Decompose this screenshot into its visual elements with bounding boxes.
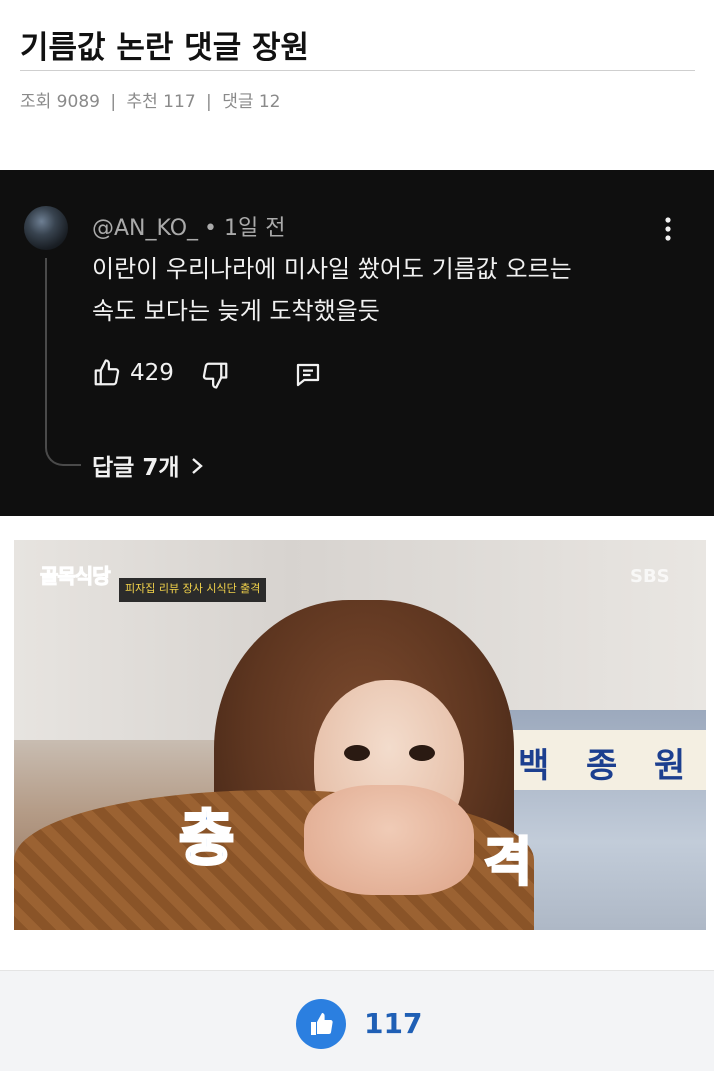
avatar[interactable]: [24, 206, 68, 250]
meta-separator: |: [206, 92, 212, 112]
sign-char: 백: [518, 746, 550, 786]
thumbs-down-icon[interactable]: [200, 360, 230, 390]
comment-time: • 1일 전: [204, 216, 286, 241]
like-count: 429: [130, 360, 174, 386]
comment-text-line: 속도 보다는 늦게 도착했을듯: [92, 297, 380, 325]
show-logo-text: 골목식당: [40, 564, 112, 589]
upvote-count: 117: [364, 1007, 423, 1040]
image-caption-tag: 피자집 리뷰 장사 시식단 출격: [119, 578, 267, 602]
replies-label: 답글 7개: [92, 455, 180, 481]
reaction-image: 백 종 원 골목식당 피자집 리뷰 장사 시식단 출격 SBS 충 격: [14, 540, 706, 930]
comment-screenshot: @AN_KO_ • 1일 전 이란이 우리나라에 미사일 쐈어도 기름값 오르는 …: [0, 170, 714, 516]
view-replies-link[interactable]: 답글 7개: [92, 448, 204, 482]
shock-caption-right: 격: [483, 832, 534, 895]
post-title: 기름값 논란 댓글 장원: [20, 30, 310, 66]
comment-icon[interactable]: [292, 360, 324, 390]
recommend-bar: 117: [0, 970, 714, 1071]
comment-text-line: 이란이 우리나라에 미사일 쐈어도 기름값 오르는: [92, 255, 572, 283]
image-eye: [409, 745, 435, 761]
more-vert-icon[interactable]: [656, 214, 680, 244]
meta-separator: |: [110, 92, 117, 112]
comment-count: 댓글 12: [222, 92, 281, 112]
thumbs-up-icon[interactable]: [92, 358, 122, 388]
post-meta: 조회 9089 | 추천 117 | 댓글 12: [20, 87, 281, 112]
thumbs-up-icon[interactable]: [296, 999, 346, 1049]
comment-author-line: @AN_KO_ • 1일 전: [92, 210, 286, 242]
image-name-sign: 백 종 원: [504, 730, 706, 790]
sign-char: 종: [586, 746, 618, 786]
view-count: 조회 9089: [20, 92, 100, 112]
image-hand: [304, 785, 474, 895]
shock-caption-left: 충: [177, 803, 235, 876]
comment-text: 이란이 우리나라에 미사일 쐈어도 기름값 오르는 속도 보다는 늦게 도착했을…: [92, 248, 692, 332]
reply-thread-line: [45, 258, 81, 466]
image-eye: [344, 745, 370, 761]
recommend-count: 추천 117: [126, 92, 196, 112]
comment-author[interactable]: @AN_KO_: [92, 216, 198, 241]
sign-char: 원: [654, 746, 686, 786]
chevron-right-icon: [190, 455, 204, 481]
title-divider: [20, 70, 695, 71]
broadcaster-watermark: SBS: [630, 566, 670, 587]
